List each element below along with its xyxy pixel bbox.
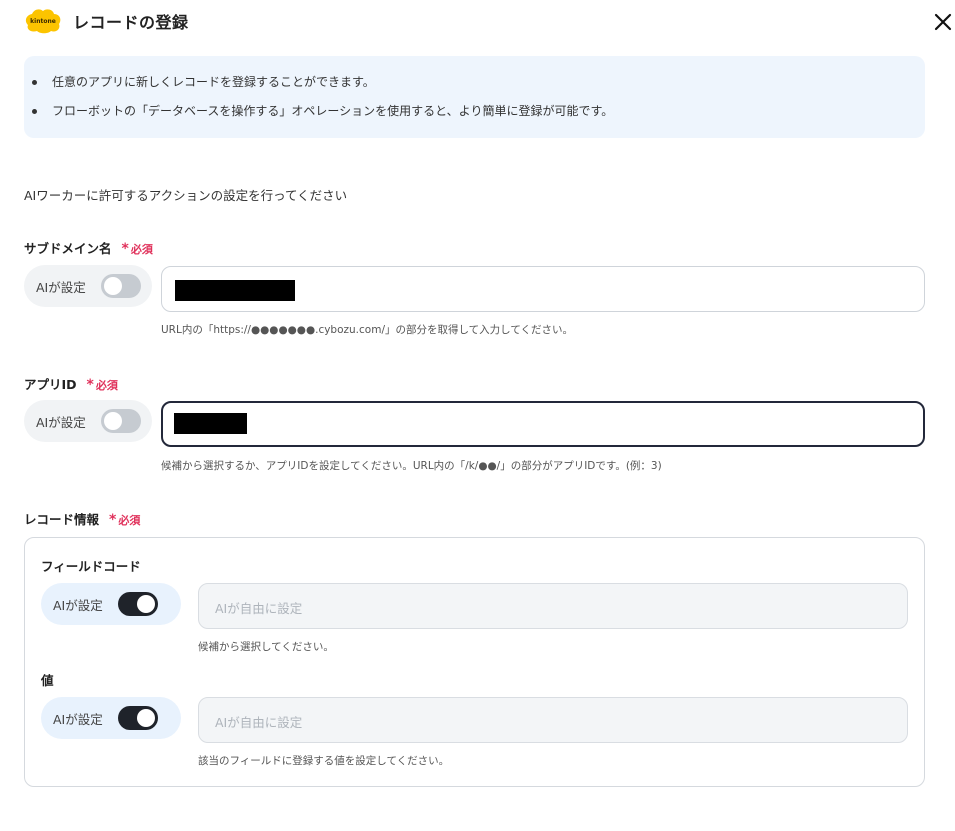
intro-text: AIワーカーに許可するアクションの設定を行ってください (24, 188, 348, 203)
info-item: 任意のアプリに新しくレコードを登録することができます。 (32, 72, 925, 101)
redacted-value (174, 413, 247, 434)
field-code-input[interactable]: AIが自由に設定 (198, 583, 908, 629)
close-icon (934, 13, 952, 31)
app-id-label-text: アプリID (24, 377, 77, 392)
redacted-value (175, 280, 295, 301)
subdomain-help: URL内の「https://●●●●●●●.cybozu.com/」の部分を取得… (161, 324, 574, 336)
subdomain-input[interactable] (161, 266, 925, 312)
value-placeholder: AIが自由に設定 (215, 715, 303, 730)
toggle-knob (104, 277, 122, 295)
field-code-ai-setting: AIが設定 (41, 583, 181, 625)
logo-text: kintone (30, 18, 56, 25)
toggle-knob (137, 709, 155, 727)
toggle-knob (137, 595, 155, 613)
record-info-label: レコード情報 * 必須 (24, 509, 140, 528)
value-ai-setting: AIが設定 (41, 697, 181, 739)
app-id-input[interactable] (161, 401, 925, 447)
kintone-logo: kintone (25, 9, 61, 34)
value-help: 該当のフィールドに登録する値を設定してください。 (198, 755, 450, 767)
field-code-label: フィールドコード (41, 559, 141, 574)
ai-setting-label: AIが設定 (53, 598, 103, 613)
info-box: 任意のアプリに新しくレコードを登録することができます。 フローボットの「データベ… (24, 56, 925, 138)
subdomain-label: サブドメイン名 * 必須 (24, 238, 153, 257)
required-badge: * 必須 (86, 377, 118, 393)
info-list: 任意のアプリに新しくレコードを登録することができます。 フローボットの「データベ… (24, 56, 925, 130)
value-ai-toggle[interactable] (118, 706, 158, 730)
value-label: 値 (41, 673, 54, 688)
value-input[interactable]: AIが自由に設定 (198, 697, 908, 743)
field-code-placeholder: AIが自由に設定 (215, 601, 303, 616)
info-item: フローボットの「データベースを操作する」オペレーションを使用すると、より簡単に登… (32, 101, 925, 130)
subdomain-ai-setting: AIが設定 (24, 265, 152, 307)
dialog-title: レコードの登録 (73, 13, 189, 32)
field-code-help: 候補から選択してください。 (198, 641, 334, 653)
subdomain-label-text: サブドメイン名 (24, 241, 112, 256)
ai-setting-label: AIが設定 (36, 280, 86, 295)
record-info-label-text: レコード情報 (24, 512, 100, 527)
toggle-knob (104, 412, 122, 430)
app-id-ai-toggle[interactable] (101, 409, 141, 433)
close-button[interactable] (931, 10, 955, 34)
subdomain-ai-toggle[interactable] (101, 274, 141, 298)
app-id-ai-setting: AIが設定 (24, 400, 152, 442)
app-id-label: アプリID * 必須 (24, 374, 118, 393)
app-id-help: 候補から選択するか、アプリIDを設定してください。URL内の「/k/●●/」の部… (161, 460, 662, 472)
required-badge: * 必須 (109, 512, 141, 528)
dialog-header: kintone レコードの登録 (24, 4, 955, 38)
required-badge: * 必須 (121, 241, 153, 257)
record-info-box: フィールドコード AIが設定 AIが自由に設定 候補から選択してください。 値 … (24, 537, 925, 787)
field-code-ai-toggle[interactable] (118, 592, 158, 616)
ai-setting-label: AIが設定 (53, 712, 103, 727)
ai-setting-label: AIが設定 (36, 415, 86, 430)
